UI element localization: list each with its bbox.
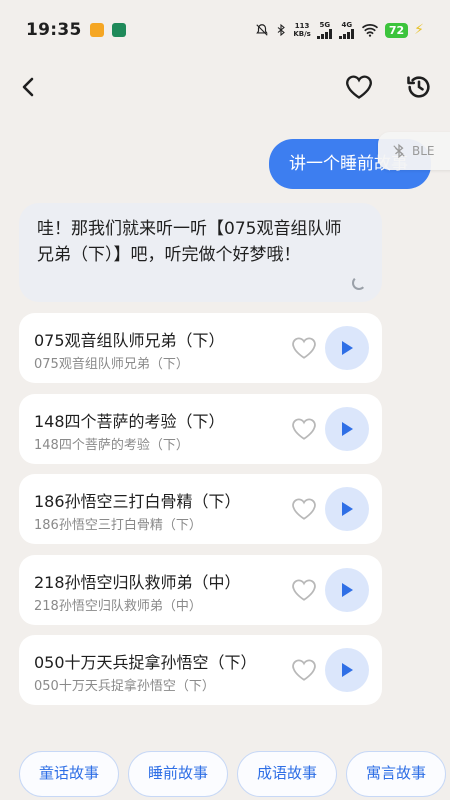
avatar-notification-icon: [111, 23, 126, 37]
story-card[interactable]: 050十万天兵捉拿孙悟空（下） 050十万天兵捉拿孙悟空（下）: [19, 635, 382, 705]
story-subtitle: 186孙悟空三打白骨精（下）: [34, 518, 202, 533]
story-list: 075观音组队师兄弟（下） 075观音组队师兄弟（下） 148四个菩萨的考验（下…: [19, 313, 382, 716]
story-title: 218孙悟空归队救师弟（中）: [34, 572, 241, 592]
play-button[interactable]: [325, 648, 369, 692]
story-title: 075观音组队师兄弟（下）: [34, 331, 225, 350]
heart-icon[interactable]: [291, 416, 317, 442]
chevron-left-icon: [22, 77, 34, 97]
play-icon: [342, 341, 353, 355]
charging-icon: ⚡: [414, 22, 424, 38]
chip-bedtime-stories[interactable]: 睡前故事: [128, 751, 228, 797]
story-subtitle: 075观音组队师兄弟（下）: [34, 357, 189, 372]
net-speed: 113 KB/s: [293, 22, 311, 38]
heart-icon[interactable]: [291, 657, 317, 683]
play-button[interactable]: [325, 487, 369, 531]
heart-icon[interactable]: [291, 335, 317, 361]
story-card[interactable]: 186孙悟空三打白骨精（下） 186孙悟空三打白骨精（下）: [19, 474, 382, 544]
story-title: 186孙悟空三打白骨精（下）: [34, 492, 241, 511]
play-icon: [342, 663, 353, 677]
chip-idiom-stories[interactable]: 成语故事: [237, 751, 337, 797]
ble-status-chip[interactable]: BLE: [378, 132, 450, 170]
battery-icon: 72: [384, 22, 409, 38]
story-subtitle: 050十万天兵捉拿孙悟空（下）: [34, 679, 215, 694]
play-icon: [342, 421, 353, 436]
signal-5g: 5G: [316, 21, 333, 39]
play-button[interactable]: [325, 326, 369, 370]
bluetooth-icon: [278, 23, 286, 37]
assistant-message-bubble: 哇！那我们就来听一听【075观音组队师兄弟（下）】吧，听完做个好梦哦！: [19, 203, 382, 302]
signal-bars-icon: [316, 29, 332, 39]
category-chips: 童话故事 睡前故事 成语故事 寓言故事: [19, 751, 450, 797]
back-button[interactable]: [12, 70, 46, 104]
mute-icon: [256, 24, 269, 36]
story-card[interactable]: 075观音组队师兄弟（下） 075观音组队师兄弟（下）: [19, 313, 382, 383]
status-right: 113 KB/s 5G 4G 72 ⚡: [255, 21, 424, 39]
story-card[interactable]: 218孙悟空归队救师弟（中） 218孙悟空归队救师弟（中）: [19, 554, 382, 625]
bluetooth-off-icon: [393, 143, 405, 159]
play-button[interactable]: [325, 567, 369, 612]
story-card[interactable]: 148四个菩萨的考验（下） 148四个菩萨的考验（下）: [19, 393, 382, 464]
heart-icon: [346, 75, 372, 99]
story-title: 050十万天兵捉拿孙悟空（下）: [34, 653, 257, 672]
signal-bars-icon: [338, 29, 354, 39]
play-icon: [342, 582, 353, 597]
favorites-button[interactable]: [342, 70, 376, 104]
app-notification-icon: [89, 23, 104, 37]
play-icon: [342, 502, 353, 516]
history-button[interactable]: [402, 70, 436, 104]
wifi-icon: [361, 24, 378, 37]
story-subtitle: 218孙悟空归队救师弟（中）: [34, 598, 202, 614]
status-left: 19:35: [26, 20, 126, 40]
top-nav: [0, 62, 450, 112]
status-bar: 19:35 113 KB/s 5G 4G 72 ⚡: [0, 0, 450, 60]
assistant-message-text: 哇！那我们就来听一听【075观音组队师兄弟（下）】吧，听完做个好梦哦！: [37, 219, 342, 265]
chip-fairy-tales[interactable]: 童话故事: [19, 751, 119, 797]
heart-icon[interactable]: [291, 577, 317, 603]
status-time: 19:35: [26, 20, 82, 40]
story-title: 148四个菩萨的考验（下）: [34, 411, 225, 431]
signal-4g: 4G: [338, 21, 355, 39]
chip-fables[interactable]: 寓言故事: [346, 751, 446, 797]
ble-label: BLE: [412, 144, 435, 158]
heart-icon[interactable]: [291, 496, 317, 522]
history-icon: [407, 76, 430, 98]
story-subtitle: 148四个菩萨的考验（下）: [34, 437, 189, 453]
play-button[interactable]: [325, 406, 369, 451]
loading-spinner-icon: [352, 276, 366, 290]
